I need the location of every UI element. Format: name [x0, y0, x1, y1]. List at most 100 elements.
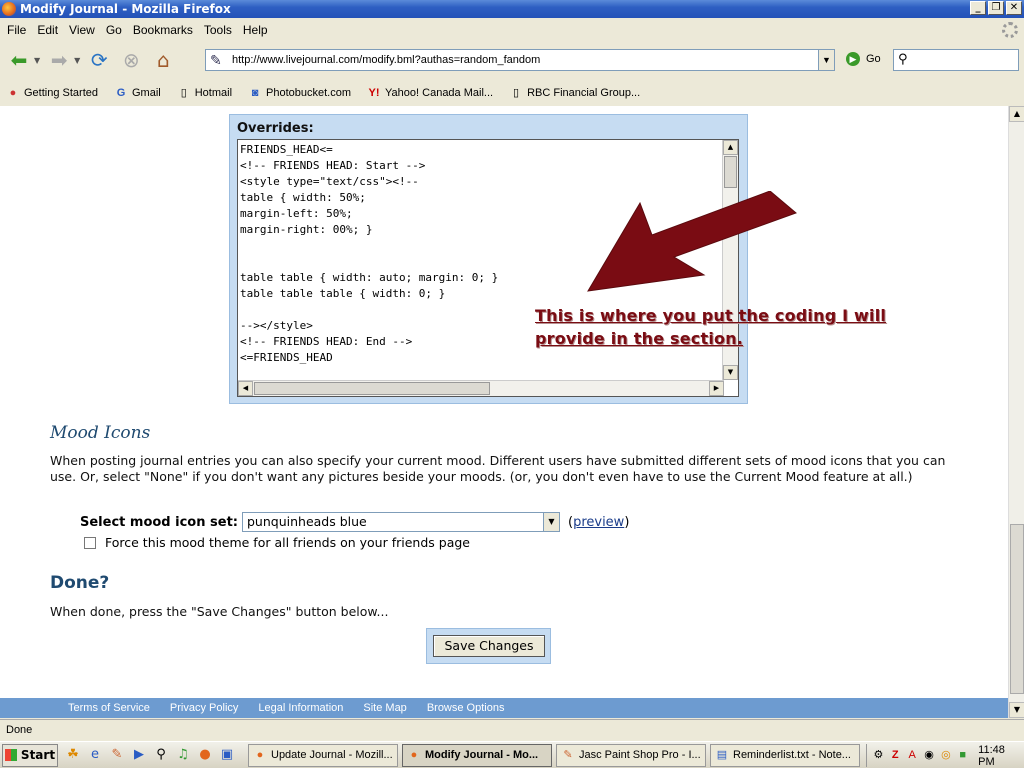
- task-notepad[interactable]: ▤ Reminderlist.txt - Note...: [710, 743, 860, 767]
- task-label: Modify Journal - Mo...: [425, 749, 539, 761]
- zonealarm-icon[interactable]: Z: [888, 748, 903, 763]
- bookmark-yahoo[interactable]: Y! Yahoo! Canada Mail...: [367, 86, 494, 100]
- window-title: Modify Journal - Mozilla Firefox: [20, 2, 231, 16]
- home-icon: ⌂: [156, 48, 170, 72]
- footer-link-sitemap[interactable]: Site Map: [363, 702, 406, 714]
- windows-taskbar: Start ☘ e ✎ ▶ ⚲ ♫ ● ▣ ● Update Journal -…: [0, 741, 1024, 768]
- scroll-right-arrow-icon[interactable]: ▶: [709, 381, 724, 396]
- back-history-dropdown[interactable]: ▼: [34, 56, 40, 65]
- address-dropdown-button[interactable]: ▼: [818, 50, 834, 70]
- menu-edit[interactable]: Edit: [37, 23, 58, 37]
- reload-button[interactable]: ⟳: [86, 47, 112, 73]
- preview-link[interactable]: preview: [573, 515, 624, 530]
- page-icon: ▯: [180, 87, 187, 99]
- search-icon: ⚲: [898, 52, 908, 67]
- start-button[interactable]: Start: [2, 743, 58, 767]
- maximize-button[interactable]: ❐: [988, 1, 1004, 15]
- mood-icons-description: When posting journal entries you can als…: [50, 453, 946, 484]
- firefox-icon[interactable]: ●: [196, 746, 214, 764]
- scroll-up-arrow-icon[interactable]: ▲: [723, 140, 738, 155]
- footer-link-privacy[interactable]: Privacy Policy: [170, 702, 238, 714]
- stop-button[interactable]: ⊗: [118, 47, 144, 73]
- mood-select-label: Select mood icon set:: [80, 514, 238, 530]
- scroll-down-arrow-icon[interactable]: ▼: [1009, 702, 1024, 718]
- done-description: When done, press the "Save Changes" butt…: [50, 604, 389, 619]
- annotation-line-2: provide in the section.: [535, 329, 744, 348]
- firefox-icon: ●: [256, 749, 264, 761]
- footer-link-legal[interactable]: Legal Information: [258, 702, 343, 714]
- done-heading: Done?: [50, 573, 110, 593]
- bookmark-rbc[interactable]: ▯ RBC Financial Group...: [509, 86, 640, 100]
- menu-file[interactable]: File: [7, 23, 26, 37]
- page-content: Overrides: FRIENDS_HEAD<= <!-- FRIENDS H…: [0, 106, 1008, 698]
- minimize-button[interactable]: _: [970, 1, 986, 15]
- task-buttons: ● Update Journal - Mozill... ● Modify Jo…: [248, 743, 864, 767]
- footer-link-terms[interactable]: Terms of Service: [68, 702, 150, 714]
- task-modify-journal[interactable]: ● Modify Journal - Mo...: [402, 743, 552, 767]
- back-button[interactable]: ⬅: [6, 47, 32, 73]
- flag-icon[interactable]: ■: [955, 748, 970, 763]
- footer-link-browse[interactable]: Browse Options: [427, 702, 505, 714]
- firefox-icon: ●: [9, 87, 17, 99]
- scroll-left-arrow-icon[interactable]: ◀: [238, 381, 253, 396]
- paint-icon[interactable]: ✎: [108, 746, 126, 764]
- mood-icons-heading: Mood Icons: [50, 423, 151, 443]
- page-vertical-scrollbar[interactable]: ▲ ▼: [1008, 106, 1024, 718]
- scroll-thumb[interactable]: [254, 382, 490, 395]
- go-label: Go: [866, 53, 881, 65]
- google-icon: G: [116, 87, 126, 99]
- bookmark-label: Hotmail: [194, 87, 233, 99]
- bookmark-gmail[interactable]: G Gmail: [114, 86, 161, 100]
- task-label: Reminderlist.txt - Note...: [733, 749, 851, 761]
- page-icon: ▯: [513, 87, 520, 99]
- bookmark-photobucket[interactable]: ◙ Photobucket.com: [248, 86, 351, 100]
- annotation-arrow-icon: [587, 191, 797, 292]
- search-icon[interactable]: ⚲: [152, 746, 170, 764]
- scroll-down-arrow-icon[interactable]: ▼: [723, 365, 738, 380]
- scroll-up-arrow-icon[interactable]: ▲: [1009, 106, 1024, 122]
- bookmark-label: RBC Financial Group...: [527, 87, 641, 99]
- mood-icon-set-select[interactable]: punquinheads blue ▼: [241, 512, 560, 532]
- network-icon[interactable]: ⚙: [871, 748, 886, 763]
- bookmark-label: Photobucket.com: [266, 87, 352, 99]
- home-button[interactable]: ⌂: [150, 47, 176, 73]
- volume-icon[interactable]: ◉: [922, 748, 937, 763]
- force-mood-checkbox[interactable]: [84, 536, 96, 549]
- stop-icon: ⊗: [122, 48, 140, 72]
- task-update-journal[interactable]: ● Update Journal - Mozill...: [248, 743, 398, 767]
- explorer-icon[interactable]: e: [86, 746, 104, 764]
- media-player-icon[interactable]: ▶: [130, 746, 148, 764]
- menu-tools[interactable]: Tools: [204, 23, 232, 37]
- music-icon[interactable]: ♫: [174, 746, 192, 764]
- bookmark-getting-started[interactable]: ● Getting Started: [6, 86, 98, 100]
- menu-help[interactable]: Help: [243, 23, 268, 37]
- chevron-down-icon[interactable]: ▼: [542, 513, 559, 531]
- desktop-icon[interactable]: ▣: [218, 746, 236, 764]
- search-input[interactable]: ⚲: [893, 49, 1019, 71]
- textarea-horizontal-scrollbar[interactable]: ◀ ▶: [238, 380, 724, 396]
- address-bar[interactable]: ✎ http://www.livejournal.com/modify.bml?…: [205, 49, 835, 71]
- msn-icon[interactable]: ☘: [64, 746, 82, 764]
- close-button[interactable]: ✕: [1006, 1, 1022, 15]
- bookmark-label: Yahoo! Canada Mail...: [385, 87, 494, 99]
- scroll-thumb[interactable]: [724, 156, 737, 188]
- forward-history-dropdown[interactable]: ▼: [74, 56, 80, 65]
- window-title-bar: Modify Journal - Mozilla Firefox _ ❐ ✕: [0, 0, 1024, 18]
- bookmark-hotmail[interactable]: ▯ Hotmail: [177, 86, 232, 100]
- forward-button[interactable]: ➡: [46, 47, 72, 73]
- yahoo-icon: Y!: [368, 87, 380, 99]
- menu-bookmarks[interactable]: Bookmarks: [133, 23, 193, 37]
- menu-go[interactable]: Go: [106, 23, 122, 37]
- bookmarks-toolbar: ● Getting Started G Gmail ▯ Hotmail ◙ Ph…: [0, 81, 1024, 105]
- save-changes-button[interactable]: Save Changes: [433, 635, 545, 657]
- mood-select-row: Select mood icon set: punquinheads blue …: [80, 512, 629, 532]
- annotation-line-1: This is where you put the coding I will: [535, 306, 887, 325]
- task-paint-shop-pro[interactable]: ✎ Jasc Paint Shop Pro - I...: [556, 743, 706, 767]
- reload-icon: ⟳: [90, 48, 108, 72]
- messenger-icon[interactable]: ◎: [938, 748, 953, 763]
- menu-view[interactable]: View: [69, 23, 95, 37]
- go-button[interactable]: ▶ Go: [846, 52, 881, 66]
- system-tray: ⚙ Z A ◉ ◎ ■ 11:48 PM: [866, 744, 1024, 768]
- antivirus-icon[interactable]: A: [905, 748, 920, 763]
- page-scroll-thumb[interactable]: [1010, 524, 1024, 694]
